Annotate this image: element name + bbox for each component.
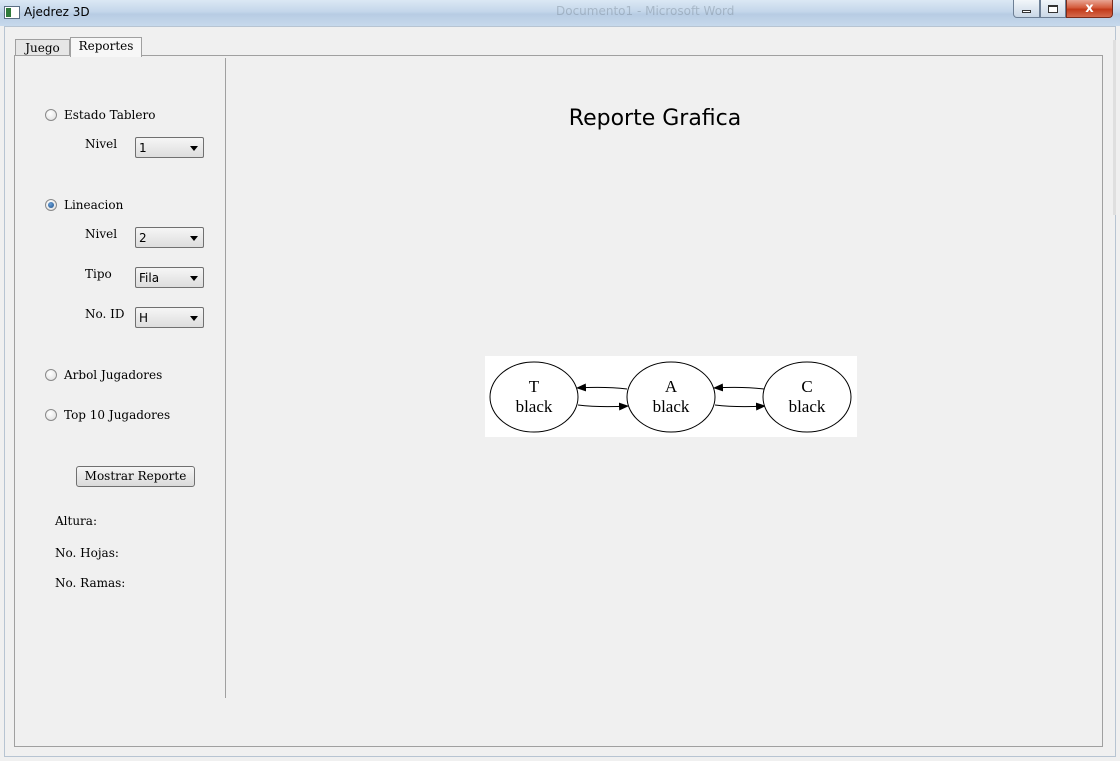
chevron-down-icon — [190, 236, 198, 241]
lineacion-nivel-label: Nivel — [85, 227, 118, 241]
edge-a-to-c — [714, 402, 766, 411]
title-bar[interactable]: Ajedrez 3D Documento1 - Microsoft Word x — [0, 0, 1120, 26]
maximize-icon — [1048, 4, 1058, 13]
top10-jugadores-label: Top 10 Jugadores — [64, 408, 171, 422]
close-button[interactable]: x — [1066, 0, 1113, 18]
chevron-down-icon — [190, 146, 198, 151]
arbol-jugadores-radio[interactable] — [45, 369, 57, 381]
tab-juego[interactable]: Juego — [15, 39, 70, 56]
hojas-label: No. Hojas: — [55, 546, 119, 560]
estado-nivel-select[interactable]: 1 — [135, 137, 204, 158]
node-c-color: black — [789, 397, 826, 416]
report-graph-image: T black A black C black — [485, 356, 857, 437]
ramas-label: No. Ramas: — [55, 576, 126, 590]
estado-nivel-value: 1 — [139, 141, 147, 155]
lineacion-id-select[interactable]: H — [135, 307, 204, 328]
node-a-letter: A — [665, 377, 678, 396]
show-report-button[interactable]: Mostrar Reporte — [76, 466, 195, 487]
client-area: Juego Reportes Estado Tablero Nivel 1 Li… — [4, 26, 1116, 757]
lineacion-tipo-value: Fila — [139, 271, 160, 285]
node-a-color: black — [653, 397, 690, 416]
maximize-button[interactable] — [1040, 0, 1066, 18]
chevron-down-icon — [190, 276, 198, 281]
option-estado-tablero[interactable]: Estado Tablero — [45, 107, 155, 123]
node-t-letter: T — [529, 377, 540, 396]
edge-a-to-t — [576, 383, 628, 392]
top10-jugadores-radio[interactable] — [45, 409, 57, 421]
close-icon: x — [1085, 1, 1094, 16]
panel-divider — [225, 58, 226, 698]
report-title: Reporte Grafica — [568, 106, 742, 131]
lineacion-radio[interactable] — [45, 199, 57, 211]
altura-label: Altura: — [55, 514, 97, 528]
minimize-button[interactable] — [1013, 0, 1040, 18]
graph-svg: T black A black C black — [489, 361, 852, 433]
window-edge — [1113, 40, 1116, 215]
tab-reportes[interactable]: Reportes — [70, 37, 142, 57]
chevron-down-icon — [190, 316, 198, 321]
option-top10-jugadores[interactable]: Top 10 Jugadores — [45, 407, 170, 423]
minimize-icon — [1022, 9, 1031, 13]
reportes-panel: Estado Tablero Nivel 1 Lineacion Nivel 2… — [14, 55, 1103, 747]
node-t-color: black — [516, 397, 553, 416]
lineacion-tipo-select[interactable]: Fila — [135, 267, 204, 288]
background-window-title: Documento1 - Microsoft Word — [556, 4, 735, 18]
lineacion-nivel-value: 2 — [139, 231, 147, 245]
lineacion-tipo-label: Tipo — [85, 267, 112, 281]
app-window: Ajedrez 3D Documento1 - Microsoft Word x… — [0, 0, 1120, 761]
node-a: A black — [626, 361, 716, 433]
estado-tablero-radio[interactable] — [45, 109, 57, 121]
lineacion-label: Lineacion — [64, 198, 124, 212]
window-title: Ajedrez 3D — [24, 5, 90, 19]
node-t: T black — [489, 361, 579, 433]
estado-tablero-label: Estado Tablero — [64, 108, 156, 122]
estado-nivel-label: Nivel — [85, 137, 118, 151]
lineacion-id-value: H — [139, 311, 149, 325]
app-icon[interactable] — [4, 6, 20, 19]
node-c: C black — [762, 361, 852, 433]
arbol-jugadores-label: Arbol Jugadores — [64, 368, 163, 382]
edge-t-to-a — [577, 402, 629, 411]
lineacion-id-label: No. ID — [85, 307, 125, 321]
edge-c-to-a — [713, 383, 765, 392]
lineacion-nivel-select[interactable]: 2 — [135, 227, 204, 248]
option-arbol-jugadores[interactable]: Arbol Jugadores — [45, 367, 162, 383]
node-c-letter: C — [801, 377, 812, 396]
option-lineacion[interactable]: Lineacion — [45, 197, 123, 213]
